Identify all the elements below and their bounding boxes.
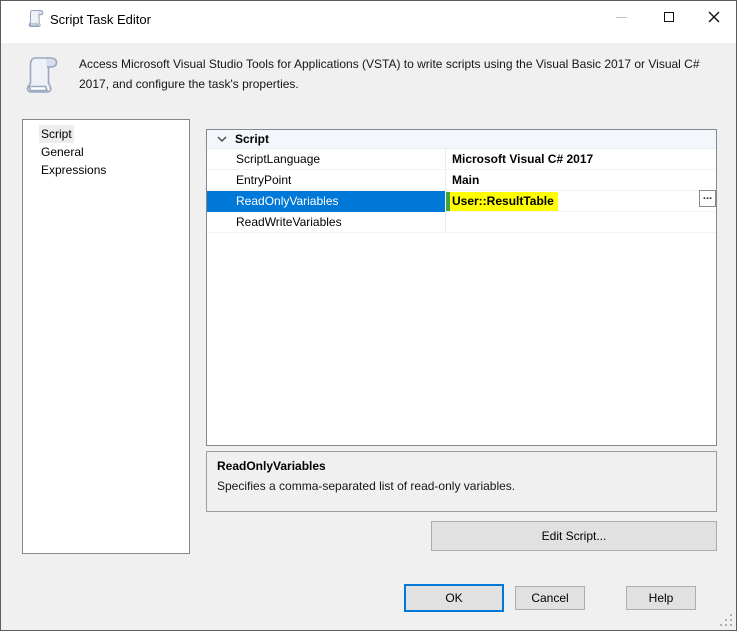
ok-button[interactable]: OK [404, 584, 504, 612]
property-row-entrypoint[interactable]: EntryPoint Main [207, 170, 716, 191]
resize-grip[interactable] [718, 612, 732, 626]
sidebar-item-label: General [39, 143, 86, 161]
property-description-panel: ReadOnlyVariables Specifies a comma-sepa… [206, 451, 717, 512]
property-name: ReadWriteVariables [236, 212, 342, 233]
chevron-down-icon[interactable] [215, 132, 229, 146]
sidebar-item-label: Expressions [39, 161, 108, 179]
titlebar[interactable]: Script Task Editor [1, 1, 736, 43]
header-banner: Access Microsoft Visual Studio Tools for… [1, 43, 736, 111]
category-row-script[interactable]: Script [207, 130, 716, 149]
ellipsis-browse-button[interactable]: ... [699, 190, 716, 207]
property-name: EntryPoint [236, 170, 291, 191]
help-button[interactable]: Help [626, 586, 696, 610]
sidebar-item-script[interactable]: Script [23, 125, 189, 143]
sidebar-item-general[interactable]: General [23, 143, 189, 161]
property-row-readonlyvariables[interactable]: ReadOnlyVariables User::ResultTable [207, 191, 716, 212]
property-name: ReadOnlyVariables [236, 191, 339, 212]
property-description-text: Specifies a comma-separated list of read… [217, 479, 706, 493]
pages-listbox: Script General Expressions [22, 119, 190, 554]
close-icon[interactable] [691, 1, 736, 33]
highlighted-property-value[interactable]: User::ResultTable [446, 192, 558, 211]
maximize-icon[interactable] [646, 1, 691, 33]
sidebar-item-label: Script [39, 125, 74, 143]
edit-script-button[interactable]: Edit Script... [431, 521, 717, 551]
property-grid: Script ScriptLanguage Microsoft Visual C… [206, 129, 717, 446]
window-title: Script Task Editor [50, 12, 151, 27]
cancel-button[interactable]: Cancel [515, 586, 585, 610]
property-row-scriptlanguage[interactable]: ScriptLanguage Microsoft Visual C# 2017 [207, 149, 716, 170]
property-value: Main [452, 170, 479, 191]
minimize-icon [599, 1, 644, 33]
category-label: Script [235, 132, 269, 146]
property-name: ScriptLanguage [236, 149, 320, 170]
dialog-description: Access Microsoft Visual Studio Tools for… [79, 54, 724, 94]
scroll-icon [27, 9, 44, 28]
property-row-readwritevariables[interactable]: ReadWriteVariables [207, 212, 716, 233]
sidebar-item-expressions[interactable]: Expressions [23, 161, 189, 179]
script-task-icon [24, 54, 58, 96]
property-value: Microsoft Visual C# 2017 [452, 149, 593, 170]
script-task-editor-dialog: Script Task Editor Access Microsoft Visu… [0, 0, 737, 631]
property-description-title: ReadOnlyVariables [217, 459, 706, 473]
